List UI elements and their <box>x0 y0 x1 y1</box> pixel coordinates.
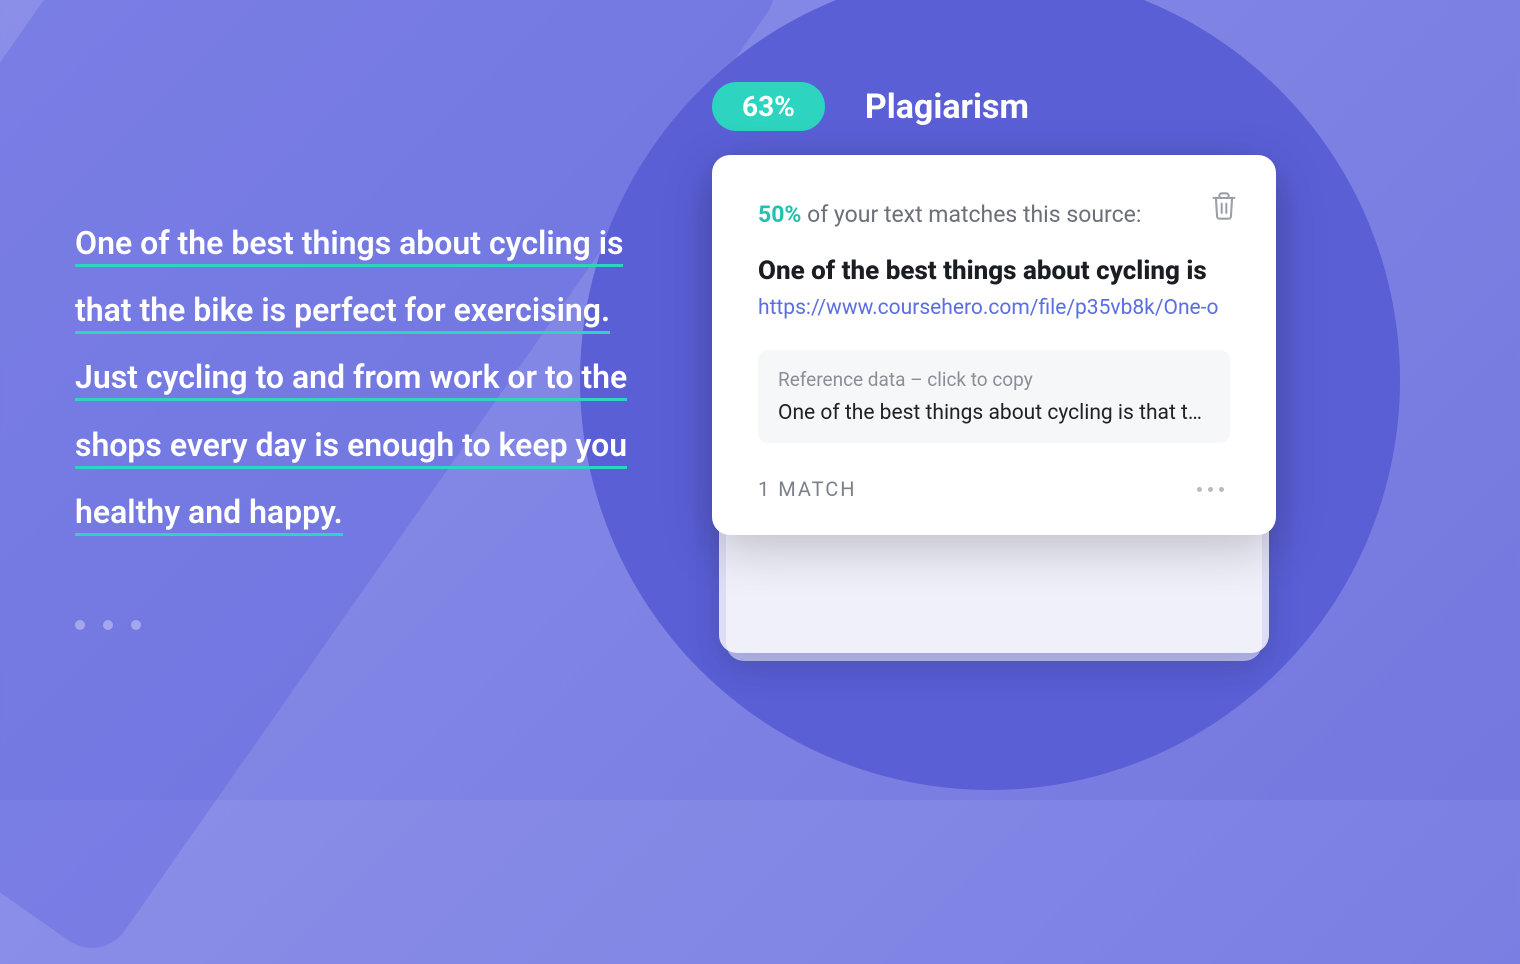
source-card-stack: 50% of your text matches this source: On… <box>712 155 1276 535</box>
sample-text-block: One of the best things about cycling is … <box>75 210 645 546</box>
plagiarism-percent-badge: 63% <box>712 82 825 131</box>
result-header: 63% Plagiarism <box>712 82 1029 131</box>
match-percent-line: 50% of your text matches this source: <box>758 201 1230 228</box>
carousel-dot[interactable] <box>75 620 85 630</box>
match-percent-value: 50% <box>758 201 801 228</box>
reference-label: Reference data – click to copy <box>778 368 1210 391</box>
source-title: One of the best things about cycling is <box>758 256 1230 286</box>
reference-text: One of the best things about cycling is … <box>778 401 1210 425</box>
card-top-section: 50% of your text matches this source: On… <box>758 201 1230 320</box>
carousel-dot[interactable] <box>131 620 141 630</box>
match-percent-suffix: of your text matches this source: <box>801 201 1141 228</box>
reference-copy-box[interactable]: Reference data – click to copy One of th… <box>758 350 1230 443</box>
source-card: 50% of your text matches this source: On… <box>712 155 1276 535</box>
result-title: Plagiarism <box>865 87 1029 127</box>
carousel-dots <box>75 620 141 630</box>
match-count-label: 1 MATCH <box>758 477 857 501</box>
main-content: One of the best things about cycling is … <box>0 0 1520 800</box>
source-url-link[interactable]: https://www.coursehero.com/file/p35vb8k/… <box>758 296 1230 320</box>
more-options-icon[interactable] <box>1191 481 1230 498</box>
carousel-dot[interactable] <box>103 620 113 630</box>
card-footer: 1 MATCH <box>758 477 1230 501</box>
highlighted-sample-text: One of the best things about cycling is … <box>75 224 627 536</box>
trash-icon[interactable] <box>1210 191 1238 225</box>
